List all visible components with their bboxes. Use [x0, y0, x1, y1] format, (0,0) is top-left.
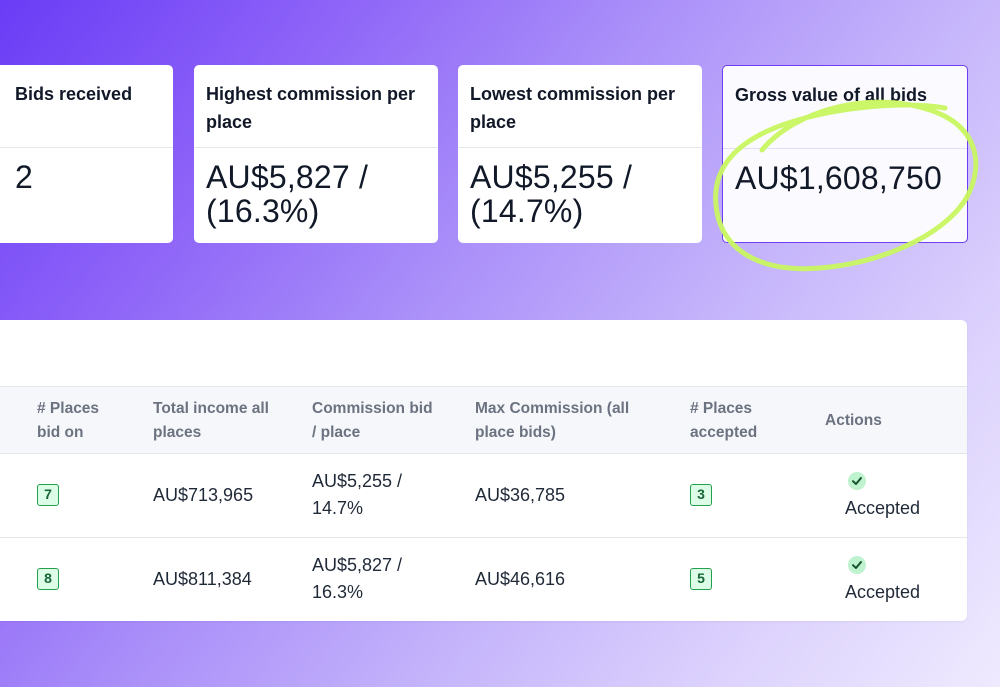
accepted-label: Accepted	[845, 582, 921, 602]
gross-value-label: Gross value of all bids	[735, 85, 928, 105]
check-circle-icon	[848, 556, 866, 574]
check-circle-icon	[848, 472, 866, 490]
bids-received-label: Bids received	[15, 84, 133, 104]
column-header-text: Max Commission (all	[475, 400, 630, 417]
cell-value: AU$5,827 /	[312, 555, 403, 575]
stat-label: Highest commission per place	[194, 65, 438, 148]
stat-label: Gross value of all bids	[723, 66, 967, 149]
places-bid-on-badge: 8	[37, 568, 59, 590]
accepted-label: Accepted	[845, 498, 921, 518]
column-header-text: # Places	[37, 400, 100, 417]
table-header: # Places bid on Total income all places …	[0, 386, 967, 454]
bids-table: # Places bid on Total income all places …	[0, 320, 967, 621]
cell-value: AU$36,785	[475, 485, 566, 505]
stat-value: 2	[0, 148, 173, 194]
column-header-text: Total income all	[153, 400, 269, 417]
commission-bid-cell: AU$5,255 / 14.7%	[312, 468, 402, 522]
stat-card-lowest-commission: Lowest commission per place AU$5,255 / (…	[458, 65, 702, 243]
column-header-max-commission[interactable]: Max Commission (all place bids)	[475, 397, 629, 445]
max-commission-cell: AU$36,785	[475, 482, 565, 509]
stat-label: Bids received	[0, 65, 173, 148]
places-accepted-badge: 5	[690, 568, 712, 590]
lowest-commission-label-line1: Lowest commission per	[470, 84, 676, 104]
cell-value: AU$5,255 /	[312, 471, 403, 491]
total-income-cell: AU$713,965	[153, 482, 253, 509]
column-header-text: place bids)	[475, 424, 556, 441]
column-header-total-income[interactable]: Total income all places	[153, 397, 269, 445]
column-header-text: bid on	[37, 424, 84, 441]
column-header-text: # Places	[690, 400, 753, 417]
cell-value: AU$713,965	[153, 485, 254, 505]
column-header-places-bid-on[interactable]: # Places bid on	[37, 397, 99, 445]
accepted-status: Accepted	[845, 556, 945, 606]
accepted-status: Accepted	[845, 472, 945, 522]
badge-value: 8	[44, 570, 52, 586]
lowest-commission-value-line1: AU$5,255 /	[470, 159, 633, 195]
bids-received-value: 2	[15, 159, 33, 195]
stat-value: AU$1,608,750	[723, 149, 967, 195]
lowest-commission-label-line2: place	[470, 112, 517, 132]
total-income-cell: AU$811,384	[153, 566, 252, 593]
places-bid-on-badge: 7	[37, 484, 59, 506]
places-accepted-badge: 3	[690, 484, 712, 506]
stat-label: Lowest commission per place	[458, 65, 702, 148]
column-header-places-accepted[interactable]: # Places accepted	[690, 397, 757, 445]
highest-commission-value-line2: (16.3%)	[206, 193, 320, 229]
stat-value: AU$5,827 / (16.3%)	[194, 148, 438, 228]
cell-value: 14.7%	[312, 498, 364, 518]
column-header-text: accepted	[690, 424, 758, 441]
cell-value: 16.3%	[312, 582, 364, 602]
column-header-actions: Actions	[825, 409, 882, 433]
stat-card-bids-received: Bids received 2	[0, 65, 173, 243]
highest-commission-value-line1: AU$5,827 /	[206, 159, 369, 195]
badge-value: 7	[44, 486, 52, 502]
column-header-text: places	[153, 424, 202, 441]
column-header-text: / place	[312, 424, 361, 441]
stat-card-highest-commission: Highest commission per place AU$5,827 / …	[194, 65, 438, 243]
highest-commission-label-line2: place	[206, 112, 253, 132]
commission-bid-cell: AU$5,827 / 16.3%	[312, 552, 402, 606]
table-row[interactable]: 8 AU$811,384 AU$5,827 / 16.3% AU$46,616 …	[0, 538, 967, 621]
column-header-text: Commission bid	[312, 400, 433, 417]
column-header-commission-bid[interactable]: Commission bid / place	[312, 397, 433, 445]
max-commission-cell: AU$46,616	[475, 566, 565, 593]
lowest-commission-value-line2: (14.7%)	[470, 193, 584, 229]
column-header-text: Actions	[825, 412, 882, 429]
highest-commission-label-line1: Highest commission per	[206, 84, 416, 104]
stat-value: AU$5,255 / (14.7%)	[458, 148, 702, 228]
badge-value: 3	[697, 486, 705, 502]
badge-value: 5	[697, 570, 705, 586]
gross-value-value: AU$1,608,750	[735, 160, 943, 196]
cell-value: AU$46,616	[475, 569, 566, 589]
cell-value: AU$811,384	[153, 569, 252, 589]
table-row[interactable]: 7 AU$713,965 AU$5,255 / 14.7% AU$36,785 …	[0, 454, 967, 538]
stat-card-gross-value: Gross value of all bids AU$1,608,750	[722, 65, 968, 243]
